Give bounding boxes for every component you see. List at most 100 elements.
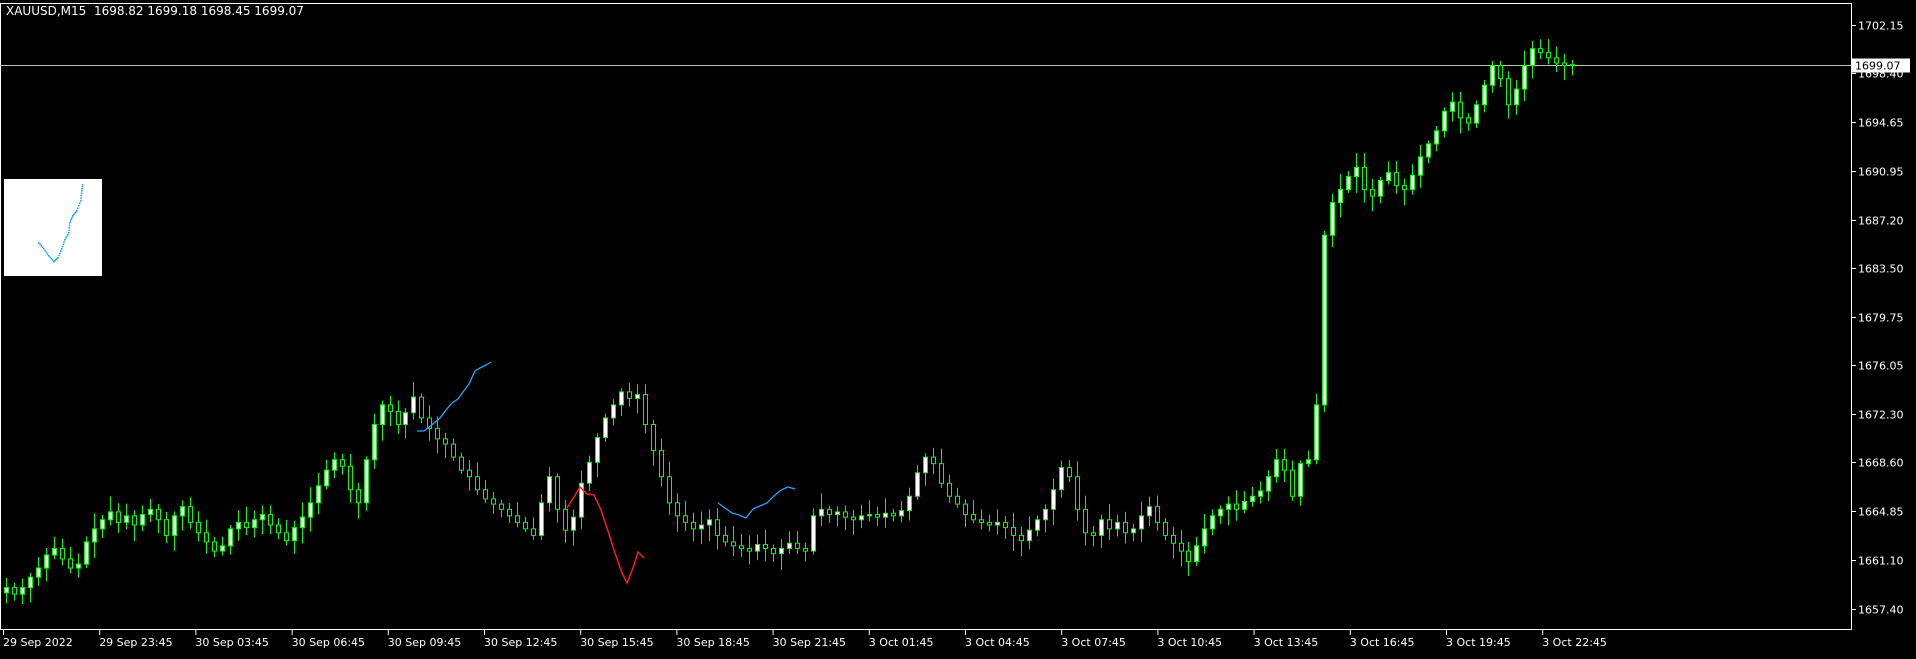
candle: [1306, 450, 1311, 467]
candle: [667, 461, 672, 515]
y-tick-label: 1668.60: [1858, 457, 1904, 470]
candle: [60, 538, 65, 566]
candle: [380, 400, 385, 441]
candle: [268, 505, 273, 534]
candle: [1083, 495, 1088, 546]
candle: [252, 510, 257, 538]
blue-indicator-line: [717, 486, 796, 519]
candle: [1186, 541, 1191, 577]
candle: [627, 382, 632, 407]
candle: [563, 500, 568, 544]
candle: [1338, 173, 1343, 218]
candle: [1051, 478, 1056, 526]
candle: [1442, 107, 1447, 138]
candle: [292, 520, 297, 554]
candle: [763, 529, 768, 562]
candle: [939, 448, 944, 488]
candle: [36, 557, 41, 586]
candle: [1290, 460, 1295, 501]
candle: [683, 501, 688, 532]
thumbnail-dot: [71, 216, 73, 219]
low-value: 1698.45: [200, 4, 251, 18]
x-tick-label: 3 Oct 13:45: [1254, 636, 1319, 649]
x-tick-label: 3 Oct 01:45: [869, 636, 934, 649]
thumbnail-dot: [80, 192, 83, 195]
candlestick-chart[interactable]: 1702.151698.401694.651690.951687.201683.…: [0, 0, 1916, 655]
thumbnail-dot: [68, 227, 71, 229]
candle: [507, 503, 512, 523]
candle: [1234, 490, 1239, 521]
thumbnail-dot: [49, 256, 51, 259]
y-tick-label: 1676.05: [1858, 360, 1904, 373]
candle: [827, 505, 832, 523]
candle: [915, 465, 920, 500]
candle: [1322, 230, 1327, 413]
symbol-timeframe: XAUUSD,M15: [6, 4, 87, 18]
candle: [611, 399, 616, 426]
candle: [356, 482, 361, 519]
candle: [747, 535, 752, 565]
candle: [907, 487, 912, 521]
thumbnail-dot: [81, 186, 84, 188]
candle: [1458, 91, 1463, 134]
candle: [1554, 46, 1559, 72]
candle: [1570, 60, 1575, 76]
candle: [316, 472, 321, 515]
thumbnail-dot: [70, 218, 73, 221]
thumbnail-dot: [46, 253, 49, 255]
x-tick-label: 30 Sep 12:45: [484, 636, 557, 649]
thumbnail-dot: [59, 252, 61, 255]
candle: [1362, 153, 1367, 203]
candle: [308, 487, 313, 532]
thumbnail-dot: [68, 229, 70, 232]
thumbnail-dot: [58, 254, 60, 257]
y-tick-label: 1679.75: [1858, 312, 1904, 325]
candle: [467, 459, 472, 491]
candle: [531, 517, 536, 540]
candle: [1011, 512, 1016, 552]
indicator-thumbnail[interactable]: [4, 179, 102, 276]
thumbnail-dot: [38, 242, 40, 244]
candle: [699, 511, 704, 545]
candle: [987, 514, 992, 532]
candle: [372, 413, 377, 469]
candle: [603, 413, 608, 442]
candle: [108, 496, 113, 526]
candle: [236, 510, 241, 541]
chart-area[interactable]: 1702.15 1698.40 1694.65 1690.95 1687.20 1683.…: [0, 0, 1916, 655]
x-tick-label: 29 Sep 23:45: [99, 636, 172, 649]
candle: [1354, 153, 1359, 193]
candle: [771, 544, 776, 562]
thumbnail-dot: [60, 250, 62, 252]
x-tick-label: 30 Sep 03:45: [195, 636, 268, 649]
candle: [1530, 40, 1535, 79]
candle: [188, 497, 193, 529]
candle: [1522, 50, 1527, 102]
candle: [539, 494, 544, 541]
x-tick-label: 30 Sep 18:45: [676, 636, 749, 649]
candle: [1171, 527, 1176, 559]
x-tick-label: 30 Sep 21:45: [773, 636, 846, 649]
candle: [1498, 61, 1503, 88]
open-value: 1698.82: [93, 4, 144, 18]
candle: [499, 499, 504, 518]
candle: [707, 509, 712, 542]
candle: [1450, 92, 1455, 122]
thumbnail-dot: [66, 235, 68, 238]
candle: [875, 506, 880, 526]
thumbnail-dot: [63, 241, 65, 243]
candle: [1139, 501, 1144, 542]
candle: [923, 453, 928, 486]
candle: [691, 512, 696, 542]
y-tick-label: 1683.50: [1858, 263, 1904, 276]
candle: [244, 506, 249, 536]
candle: [1514, 79, 1519, 115]
candle: [899, 501, 904, 523]
candle: [172, 511, 177, 551]
candle: [324, 459, 329, 490]
y-tick-label: 1661.10: [1858, 555, 1904, 568]
candle: [1115, 514, 1120, 537]
candle: [1314, 393, 1319, 465]
candle: [1242, 491, 1247, 514]
candle: [68, 546, 73, 574]
